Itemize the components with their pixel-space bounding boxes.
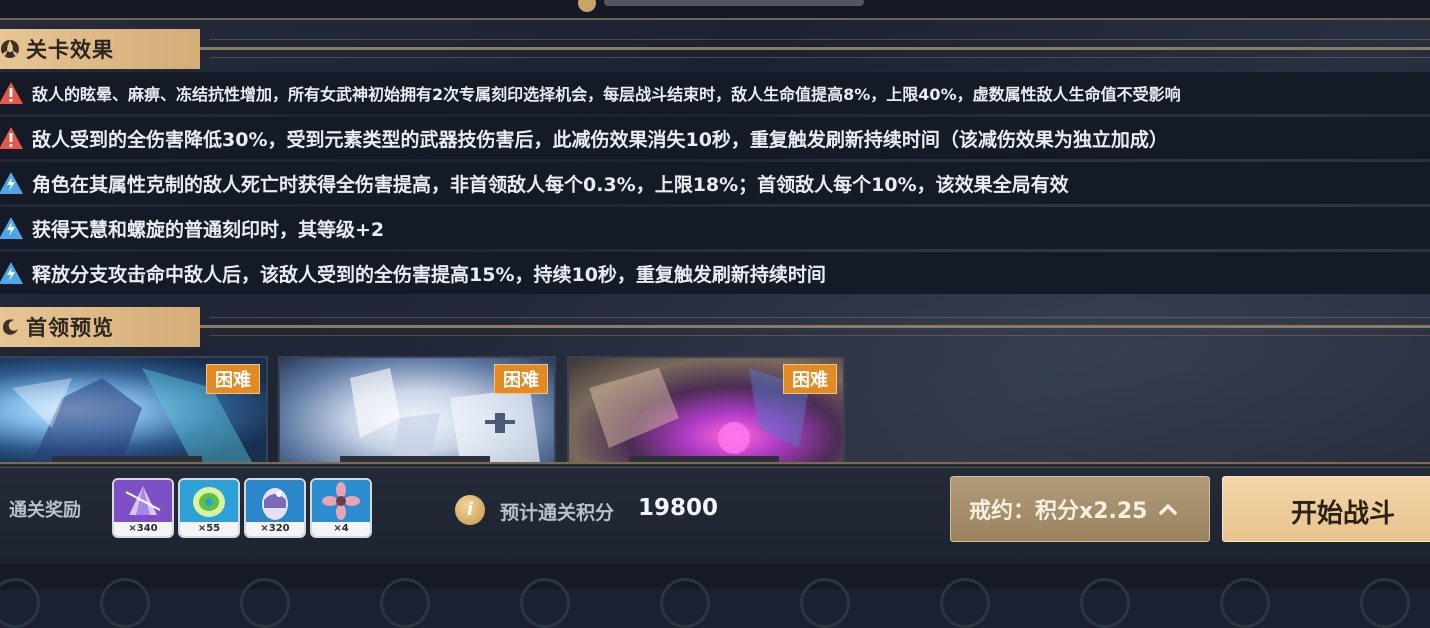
green-coin-item-icon <box>180 480 238 522</box>
top-bar-icon <box>578 0 596 12</box>
estimated-score-value: 19800 <box>638 495 719 521</box>
stage-effects-list: 敌人的眩晕、麻痹、冻结抗性增加，所有女武神初始拥有2次专属刻印选择机会，每层战斗… <box>0 72 1430 297</box>
chevron-up-icon <box>1159 504 1178 515</box>
reward-count: ×320 <box>246 522 304 536</box>
warning-icon <box>0 82 23 104</box>
footer-node <box>1080 578 1130 628</box>
boss-card[interactable]: 困难 <box>278 356 556 462</box>
egg-item-icon <box>246 480 304 522</box>
boss-preview-header: 首领预览 <box>0 307 1430 347</box>
pact-multiplier-label: 戒约：积分x2.25 <box>969 499 1148 524</box>
header-rule <box>200 47 1430 50</box>
stage-effects-tab: 关卡效果 <box>0 29 200 69</box>
purple-crystal-item-icon <box>114 480 172 522</box>
effect-text: 释放分支攻击命中敌人后，该敌人受到的全伤害提高15%，持续10秒，重复触发刷新持… <box>32 263 826 286</box>
boss-preview-list: 困难 困难 困难 <box>0 356 900 462</box>
footer-node <box>520 578 570 628</box>
lightning-icon <box>0 262 23 284</box>
info-icon[interactable]: i <box>455 495 485 525</box>
effect-row: 角色在其属性克制的敌人死亡时获得全伤害提高，非首领敌人每个0.3%，上限18%；… <box>0 162 1430 204</box>
header-rule <box>210 335 1430 336</box>
reward-item[interactable]: ×4 <box>310 478 372 538</box>
flower-item-icon <box>312 480 370 522</box>
difficulty-badge: 困难 <box>783 364 837 394</box>
reward-count: ×4 <box>312 522 370 536</box>
footer-node <box>1360 578 1410 628</box>
hazard-icon <box>0 39 20 59</box>
effect-text: 角色在其属性克制的敌人死亡时获得全伤害提高，非首领敌人每个0.3%，上限18%；… <box>32 173 1069 196</box>
lightning-icon <box>0 172 23 194</box>
start-battle-button[interactable]: 开始战斗 <box>1222 476 1430 542</box>
reward-item[interactable]: ×320 <box>244 478 306 538</box>
header-rule <box>210 39 1430 40</box>
footer-node <box>380 578 430 628</box>
bottom-panel: 通关奖励 ×340 ×55 ×320 ×4 i 预计通关积分 19800 戒约：… <box>0 462 1430 564</box>
stage-effects-title: 关卡效果 <box>26 38 114 62</box>
warning-icon <box>0 127 23 149</box>
reward-count: ×340 <box>114 522 172 536</box>
effect-row: 释放分支攻击命中敌人后，该敌人受到的全伤害提高15%，持续10秒，重复触发刷新持… <box>0 252 1430 294</box>
stage-effects-header: 关卡效果 <box>0 29 1430 69</box>
effect-row: 获得天慧和螺旋的普通刻印时，其等级+2 <box>0 207 1430 249</box>
lightning-icon <box>0 217 23 239</box>
reward-count: ×55 <box>180 522 238 536</box>
reward-item[interactable]: ×55 <box>178 478 240 538</box>
header-rule <box>210 57 1430 58</box>
effect-text: 获得天慧和螺旋的普通刻印时，其等级+2 <box>32 218 385 241</box>
footer-strip <box>0 564 1430 628</box>
header-rule <box>210 317 1430 318</box>
difficulty-badge: 困难 <box>494 364 548 394</box>
boss-card[interactable]: 困难 <box>567 356 845 462</box>
boss-preview-tab: 首领预览 <box>0 307 200 347</box>
footer-node <box>1220 578 1270 628</box>
header-rule <box>200 325 1430 328</box>
top-bar <box>0 0 1430 20</box>
boss-icon <box>0 317 20 337</box>
footer-node <box>0 578 40 628</box>
difficulty-badge: 困难 <box>206 364 260 394</box>
effect-row: 敌人受到的全伤害降低30%，受到元素类型的武器技伤害后，此减伤效果消失10秒，重… <box>0 117 1430 159</box>
bottom-rule <box>0 467 1430 468</box>
effect-text: 敌人受到的全伤害降低30%，受到元素类型的武器技伤害后，此减伤效果消失10秒，重… <box>32 128 1168 151</box>
effect-row: 敌人的眩晕、麻痹、冻结抗性增加，所有女武神初始拥有2次专属刻印选择机会，每层战斗… <box>0 72 1430 114</box>
footer-node <box>800 578 850 628</box>
footer-node <box>100 578 150 628</box>
footer-node <box>240 578 290 628</box>
start-battle-label: 开始战斗 <box>1291 499 1396 529</box>
top-bar-title-faded <box>604 0 864 6</box>
footer-node <box>660 578 710 628</box>
pact-multiplier-button[interactable]: 戒约：积分x2.25 <box>950 476 1210 542</box>
effect-text: 敌人的眩晕、麻痹、冻结抗性增加，所有女武神初始拥有2次专属刻印选择机会，每层战斗… <box>32 85 1181 104</box>
footer-node <box>940 578 990 628</box>
reward-item[interactable]: ×340 <box>112 478 174 538</box>
clear-rewards-label: 通关奖励 <box>9 500 81 521</box>
boss-preview-title: 首领预览 <box>26 316 114 340</box>
estimated-score-label: 预计通关积分 <box>500 502 615 524</box>
boss-card[interactable]: 困难 <box>0 356 268 462</box>
